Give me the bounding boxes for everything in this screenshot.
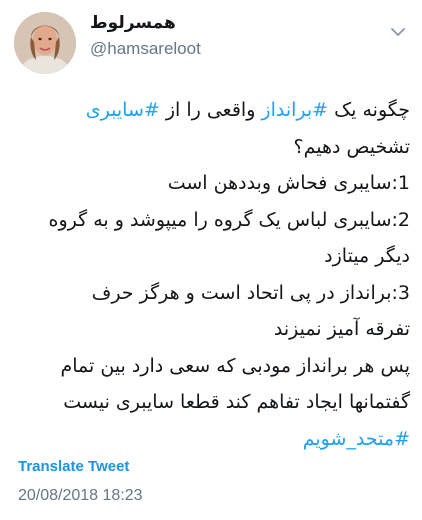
tweet-line: گفتمانها ایجاد تفاهم کند قطعا سایبری نیس… — [63, 391, 410, 413]
tweet-header: همسرلوط @hamsareloot — [14, 10, 408, 74]
tweet-line: تفرقه آمیز نمیزند — [273, 318, 410, 340]
hashtag-link[interactable]: #سایبری — [86, 99, 160, 121]
tweet-text-segment: چگونه یک — [328, 99, 410, 121]
tweet-line: پس هر برانداز مودبی که سعی دارد بین تمام — [60, 354, 410, 377]
tweet-line: #متحد_شویم — [12, 421, 410, 458]
avatar[interactable] — [14, 12, 76, 74]
user-names: همسرلوط @hamsareloot — [90, 12, 201, 62]
tweet-text: چگونه یک #برانداز واقعی را از #سایبری تش… — [12, 92, 410, 457]
user-handle[interactable]: @hamsareloot — [90, 36, 201, 62]
tweet-card: همسرلوط @hamsareloot چگونه یک #برانداز و… — [0, 0, 422, 520]
hashtag-link[interactable]: #برانداز — [261, 99, 328, 121]
tweet-line: 2:سایبری لباس یک گروه را میپوشد و به گرو… — [48, 208, 410, 231]
translate-tweet-link[interactable]: Translate Tweet — [18, 458, 129, 475]
tweet-line: تشخیص دهیم؟ — [293, 135, 411, 158]
tweet-line: 3:برانداز در پی اتحاد است و هرگز حرف — [91, 281, 410, 304]
tweet-line: 1:سایبری فحاش وبددهن است — [167, 172, 410, 194]
display-name[interactable]: همسرلوط — [90, 12, 201, 34]
tweet-line: دیگر میتازد — [324, 245, 410, 267]
tweet-text-segment: واقعی را از — [159, 99, 262, 121]
chevron-down-icon[interactable] — [388, 22, 408, 42]
tweet-timestamp[interactable]: 20/08/2018 18:23 — [18, 487, 143, 505]
hashtag-link[interactable]: #متحد_شویم — [303, 428, 410, 450]
tweet-line: چگونه یک #برانداز واقعی را از #سایبری — [12, 92, 410, 129]
avatar-image — [14, 12, 76, 74]
